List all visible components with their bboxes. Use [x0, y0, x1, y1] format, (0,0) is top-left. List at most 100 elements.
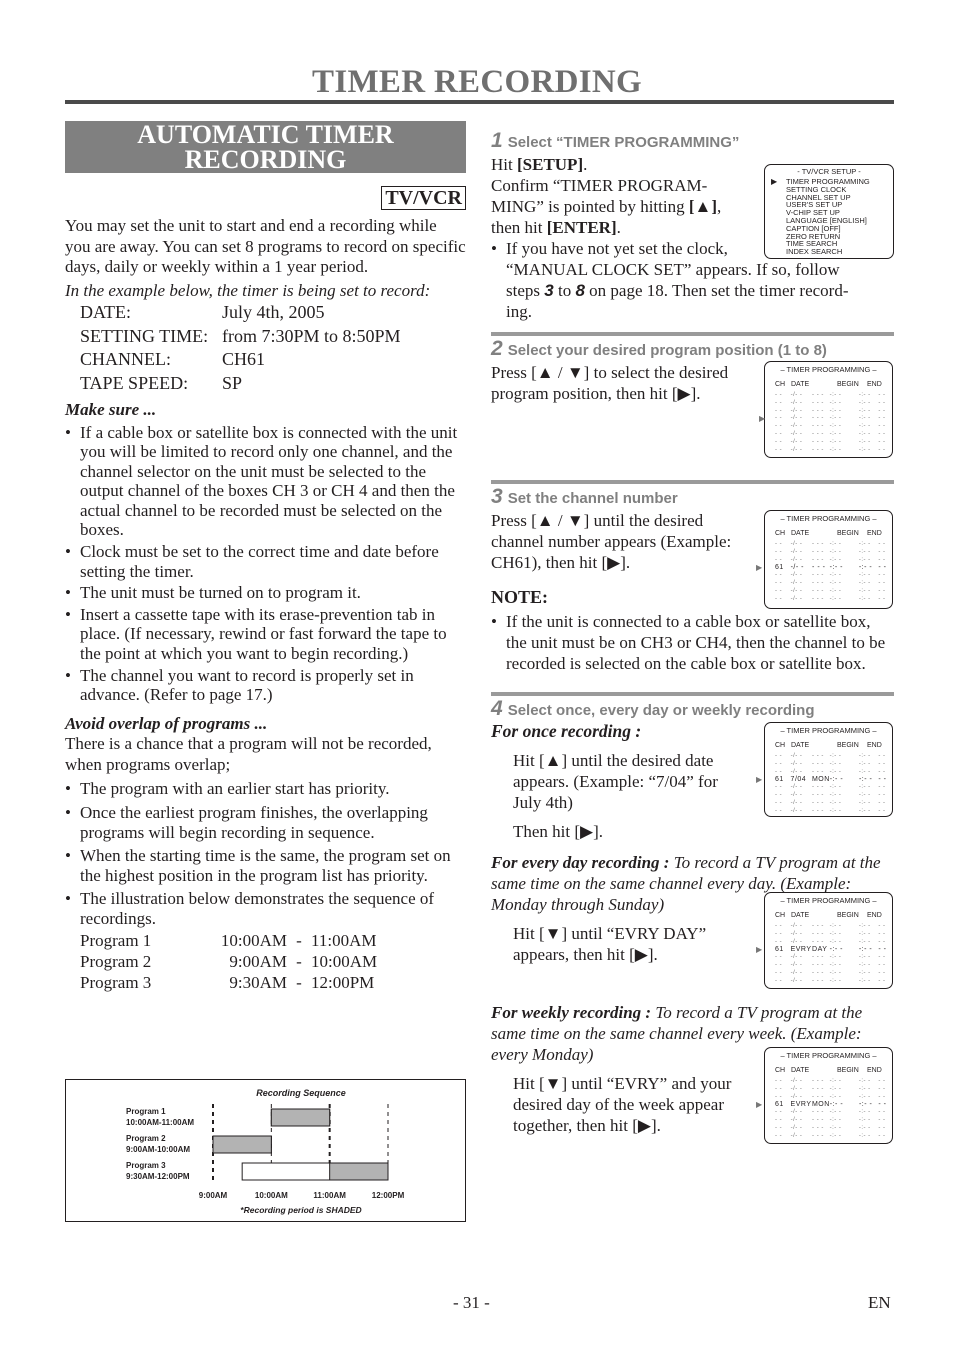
osd-cell: - - -: [812, 1085, 824, 1092]
osd-cell: -:- -: [829, 1124, 842, 1131]
program-label: Program 2: [126, 1134, 166, 1143]
osd-cell: MON: [811, 1101, 830, 1109]
osd-cell: - - -: [812, 954, 824, 961]
step-1-text: ,: [717, 197, 722, 216]
x-tick-label: 10:00AM: [255, 1191, 288, 1200]
osd-cell: -:- -: [858, 969, 871, 976]
osd-cell: -/- -: [790, 923, 803, 929]
osd-rows: ▶ - - -/- -- - - -:- - -:- -- -- - -/- -- - -…: [759, 392, 892, 454]
osd-cell: -:- -: [858, 923, 871, 929]
osd-cell: - -: [878, 548, 886, 555]
osd-cell: - - -: [812, 969, 824, 976]
osd-cell: -:- -: [829, 784, 842, 791]
osd-row: - - -/- - - - - -:- - -:- - - -: [775, 1078, 892, 1086]
timer-programming-osd: – TIMER PROGRAMMING – CH DATE BEGIN END ▶ - --…: [756, 722, 893, 817]
osd-cell: -:- -: [858, 1101, 873, 1109]
osd-cell: - - -: [812, 1109, 824, 1116]
osd-cell: -:- -: [829, 564, 843, 572]
osd-cell: 7/04: [790, 776, 807, 784]
osd-cell: - - -: [812, 595, 824, 602]
osd-column-header: CH: [775, 381, 786, 388]
osd-cell: - - -: [812, 923, 824, 929]
osd-cell: -:- -: [858, 1085, 871, 1092]
osd-row: - - -/- - - - - -:- - -:- - - -: [775, 549, 892, 557]
page-number: - 31 -: [453, 1293, 490, 1312]
osd-cell: -:- -: [829, 438, 842, 445]
example-value: SP: [222, 372, 243, 393]
osd-cell: - - -: [812, 579, 824, 586]
x-tick-label: 9:00AM: [199, 1191, 228, 1200]
osd-cell: - -: [775, 438, 783, 445]
osd-cell: -:- -: [858, 392, 871, 398]
osd-cell: - - -: [812, 768, 824, 775]
osd-row: - - -/- - - - - -:- - -:- - - -: [775, 572, 892, 580]
osd-row: - - -/- - - - - -:- - -:- - - -: [775, 923, 892, 931]
clock-note-line: on page 18. Then set the timer record-: [584, 281, 849, 300]
osd-row: 61 7/04 MON -:- - -:- -- -: [775, 776, 892, 784]
osd-cell: - -: [775, 768, 783, 775]
osd-column-header: DATE: [791, 742, 810, 749]
osd-cell: - - -: [812, 760, 824, 767]
right-column: 1 Select “TIMER PROGRAMMING” Hit [SETUP].…: [491, 125, 894, 1144]
program-dash: -: [296, 931, 302, 951]
osd-cell: -:- -: [858, 807, 871, 814]
left-column: AUTOMATIC TIMER RECORDING TV/VCR You may…: [65, 121, 466, 993]
osd-cell: - -: [878, 938, 886, 945]
osd-cell: -:- -: [829, 977, 842, 984]
osd-cell: -/- -: [790, 446, 803, 453]
make-sure-list: If a cable box or satellite box is conne…: [65, 423, 466, 705]
intro-paragraph: You may set the unit to start and end a …: [65, 216, 466, 276]
osd-cell: - - -: [812, 399, 824, 406]
make-sure-item: Clock must be set to the correct time an…: [65, 542, 466, 581]
step-2: 2 Select your desired program position (1…: [491, 338, 894, 458]
osd-cell: - -: [775, 799, 783, 806]
overlap-item: The illustration below demonstrates the …: [65, 889, 466, 928]
example-row: SETTING TIME: from 7:30PM to 8:50PM: [65, 325, 466, 349]
osd-cell: - - -: [812, 548, 824, 555]
osd-cell: -:- -: [858, 587, 871, 594]
program-name: Program 3: [80, 973, 152, 993]
osd-row: - - -/- - - - - -:- - -:- - - -: [775, 962, 892, 970]
osd-cell: -:- -: [858, 776, 873, 784]
step-divider: [491, 692, 894, 696]
recorded-segment: [270, 1108, 331, 1127]
osd-cell: - -: [878, 791, 886, 798]
overlap-item: The program with an earlier start has pr…: [65, 779, 466, 799]
osd-rows: ▶ - - -/- -- - - -:- - -:- -- -- - -/- -- - -…: [756, 1078, 892, 1140]
osd-cell: EVRY: [790, 1101, 812, 1109]
osd-cell: -/- -: [790, 556, 803, 563]
osd-column-header: CH: [775, 1067, 786, 1074]
step-1-heading: 1 Select “TIMER PROGRAMMING”: [491, 130, 894, 153]
osd-cell: -/- -: [790, 407, 803, 414]
osd-row: - - -/- - - - - -:- - -:- - - -: [775, 541, 892, 549]
osd-row: - - -/- - - - - -:- - -:- - - -: [775, 580, 892, 588]
osd-cell: -:- -: [858, 954, 871, 961]
osd-cell: -:- -: [829, 548, 842, 555]
osd-cell: - -: [878, 423, 886, 430]
osd-cell: -/- -: [790, 961, 803, 968]
osd-cell: - - -: [812, 415, 824, 422]
osd-cell: - -: [775, 1085, 783, 1092]
overlap-intro: There is a chance that a program will no…: [65, 734, 432, 774]
timer-programming-osd: – TIMER PROGRAMMING – CH DATE BEGIN END ▶ - --…: [756, 1047, 893, 1144]
chart-footnote: *Recording period is SHADED: [240, 1205, 361, 1215]
osd-cell: -:- -: [858, 446, 871, 453]
osd-cell: -:- -: [829, 807, 842, 814]
osd-cell: -:- -: [858, 579, 871, 586]
clock-note-line: to: [553, 281, 576, 300]
osd-cell: - - -: [812, 407, 824, 414]
make-sure-item: Insert a cassette tape with its erase-pr…: [65, 605, 466, 664]
osd-cell: - -: [775, 579, 783, 586]
osd-column-headers: CH DATE BEGIN END: [765, 529, 892, 538]
osd-row: - - -/- - - - - -:- - -:- - - -: [775, 761, 892, 769]
osd-cell: - -: [878, 799, 886, 806]
example-row: TAPE SPEED: SP: [65, 372, 466, 396]
section-banner: AUTOMATIC TIMER RECORDING: [65, 121, 466, 173]
osd-cell: - -: [878, 407, 886, 414]
enter-key: [ENTER]: [546, 218, 617, 237]
osd-cell: -/- -: [790, 572, 803, 579]
osd-cell: - -: [775, 791, 783, 798]
osd-cell: - -: [878, 776, 887, 784]
osd-cell: - -: [878, 954, 886, 961]
osd-cell: -:- -: [829, 572, 842, 579]
